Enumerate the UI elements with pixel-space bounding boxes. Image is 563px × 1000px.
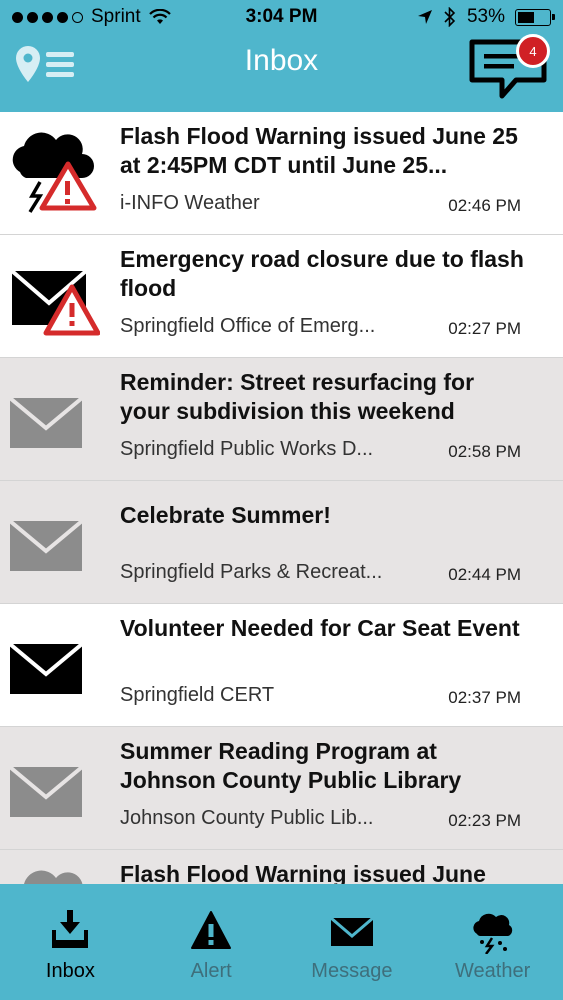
message-time: 02:37 PM [448, 688, 521, 707]
notification-badge: 4 [516, 34, 550, 68]
list-item[interactable]: Summer Reading Program at Johnson County… [0, 727, 563, 850]
tab-bar: Inbox Alert Message Weather [0, 884, 563, 1000]
tab-message[interactable]: Message [282, 884, 423, 1000]
message-time: 02:27 PM [448, 319, 521, 338]
tab-label: Message [311, 960, 393, 982]
message-list: Flash Flood Warning issued June 25 at 2:… [0, 112, 563, 884]
envelope-icon [10, 642, 84, 694]
tab-label: Inbox [45, 960, 95, 982]
tab-label: Weather [455, 960, 531, 982]
tab-inbox[interactable]: Inbox [0, 884, 141, 1000]
envelope-icon [10, 396, 84, 448]
tab-alert[interactable]: Alert [141, 884, 282, 1000]
list-item[interactable]: Emergency road closure due to flash floo… [0, 235, 563, 358]
location-arrow-icon [417, 10, 432, 24]
bluetooth-icon [444, 7, 456, 27]
top-bar: Sprint 3:04 PM 53% Inbox 4 [0, 0, 563, 112]
envelope-icon [10, 765, 84, 817]
message-time: 02:58 PM [448, 442, 521, 461]
list-item[interactable]: Flash Flood Warning issued June [0, 850, 563, 884]
tab-label: Alert [190, 960, 232, 982]
envelope-icon [10, 519, 84, 571]
message-title: Emergency road closure due to flash floo… [120, 246, 524, 301]
message-title: Summer Reading Program at Johnson County… [120, 738, 462, 793]
list-item[interactable]: Volunteer Needed for Car Seat Event Spri… [0, 604, 563, 727]
battery-percent: 53% [466, 6, 505, 27]
message-title: Volunteer Needed for Car Seat Event [120, 615, 520, 641]
envelope-alert-icon [10, 269, 100, 336]
storm-alert-icon [24, 870, 83, 884]
storm-cloud-icon [472, 913, 512, 954]
message-sender: i-INFO Weather [120, 192, 260, 214]
list-item[interactable]: Flash Flood Warning issued June 25 at 2:… [0, 112, 563, 235]
list-item[interactable]: Reminder: Street resurfacing for your su… [0, 358, 563, 481]
storm-alert-icon [12, 132, 97, 213]
message-time: 02:44 PM [448, 565, 521, 584]
message-sender: Springfield Office of Emerg... [120, 315, 376, 337]
message-title: Flash Flood Warning issued June 25 at 2:… [120, 123, 518, 178]
message-sender: Springfield Parks & Recreat... [120, 561, 383, 583]
status-right: 53% [417, 6, 555, 28]
message-sender: Johnson County Public Lib... [120, 807, 374, 829]
inbox-download-icon [52, 910, 89, 948]
status-bar: Sprint 3:04 PM 53% [0, 0, 563, 36]
tab-weather[interactable]: Weather [422, 884, 563, 1000]
message-time: 02:23 PM [448, 811, 521, 830]
message-title: Flash Flood Warning issued June [120, 861, 486, 884]
message-sender: Springfield Public Works D... [120, 438, 374, 460]
warning-triangle-icon [191, 911, 232, 949]
battery-icon [515, 8, 555, 26]
list-item[interactable]: Celebrate Summer! Springfield Parks & Re… [0, 481, 563, 604]
message-title: Reminder: Street resurfacing for your su… [120, 369, 475, 424]
message-sender: Springfield CERT [120, 684, 275, 706]
envelope-icon [330, 916, 373, 946]
message-title: Celebrate Summer! [120, 502, 331, 528]
message-time: 02:46 PM [448, 196, 521, 215]
